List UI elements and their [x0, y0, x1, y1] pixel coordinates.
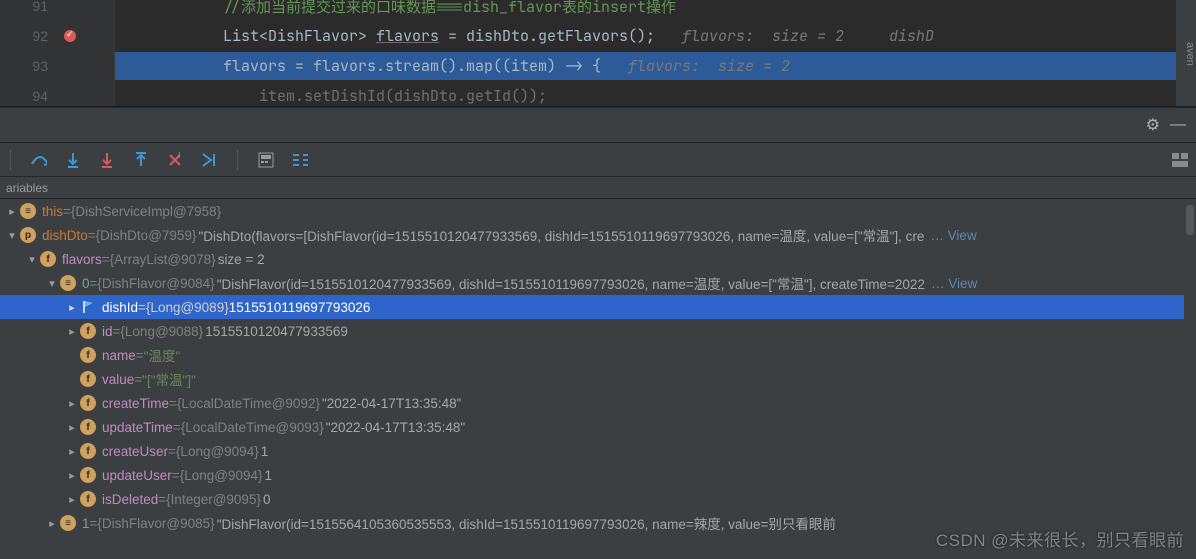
flag-icon	[80, 299, 96, 315]
variable-row-flavors[interactable]: ▾ f flavors = {ArrayList@9078} size = 2	[0, 247, 1196, 271]
variable-row-dishdto[interactable]: ▾ p dishDto = {DishDto@7959} "DishDto(fl…	[0, 223, 1196, 247]
field-badge-icon: f	[40, 251, 56, 267]
expand-icon[interactable]: ▸	[64, 469, 80, 482]
variable-row-index1[interactable]: ▸ ≡ 1 = {DishFlavor@9085} "DishFlavor(id…	[0, 511, 1196, 535]
inlay-hint: flavors: size = 2 dishD	[655, 26, 934, 46]
field-badge-icon: f	[80, 395, 96, 411]
variable-row-id[interactable]: ▸ f id = {Long@9088} 1515510120477933569	[0, 319, 1196, 343]
variable-row-updateuser[interactable]: ▸ f updateUser = {Long@9094} 1	[0, 463, 1196, 487]
expand-icon[interactable]: ▸	[4, 205, 20, 218]
evaluate-expression-icon[interactable]	[258, 152, 274, 168]
editor-panel: 91 92 93 94 //添加当前提交过来的口味数据===dish_flavo…	[0, 0, 1196, 107]
gear-icon[interactable]: ⚙	[1146, 115, 1160, 135]
scrollbar[interactable]	[1184, 199, 1196, 559]
object-badge-icon: ≡	[60, 275, 76, 291]
line-number: 92	[0, 28, 60, 44]
variable-row-updatetime[interactable]: ▸ f updateTime = {LocalDateTime@9093} "2…	[0, 415, 1196, 439]
editor-gutter: 91 92 93 94	[0, 0, 115, 106]
run-to-cursor-icon[interactable]	[201, 152, 217, 168]
side-tool-tab[interactable]: aven	[1176, 0, 1196, 107]
variable-row-createuser[interactable]: ▸ f createUser = {Long@9094} 1	[0, 439, 1196, 463]
breakpoint-icon[interactable]	[64, 30, 76, 42]
code-line-94: item.setDishId(dishDto.getId());	[115, 82, 1196, 107]
expand-icon[interactable]: ▸	[64, 421, 80, 434]
field-badge-icon: f	[80, 371, 96, 387]
gutter-line-91[interactable]: 91	[0, 0, 114, 20]
step-into-icon[interactable]	[65, 152, 81, 168]
line-number: 94	[0, 88, 60, 104]
field-badge-icon: f	[80, 491, 96, 507]
line-number: 93	[0, 58, 60, 74]
expand-icon[interactable]: ▸	[64, 445, 80, 458]
gutter-line-93[interactable]: 93	[0, 52, 114, 80]
view-link[interactable]: … View	[931, 276, 977, 291]
gutter-line-92[interactable]: 92	[0, 22, 114, 50]
trace-current-stream-icon[interactable]	[292, 152, 308, 168]
variable-row-isdeleted[interactable]: ▸ f isDeleted = {Integer@9095} 0	[0, 487, 1196, 511]
layout-settings-icon[interactable]	[1172, 152, 1188, 168]
collapse-icon[interactable]: ▾	[24, 253, 40, 266]
gutter-line-94[interactable]: 94	[0, 82, 114, 107]
variables-panel[interactable]: ▸ ≡ this = {DishServiceImpl@7958} ▾ p di…	[0, 199, 1196, 559]
collapse-icon[interactable]: ▾	[44, 277, 60, 290]
variable-row-name[interactable]: ▸ f name = "温度"	[0, 343, 1196, 367]
step-out-icon[interactable]	[133, 152, 149, 168]
minimize-icon[interactable]: —	[1170, 116, 1186, 134]
expand-icon[interactable]: ▸	[64, 493, 80, 506]
svg-text:I: I	[178, 152, 180, 160]
debug-toolbar: I	[0, 143, 1196, 177]
separator	[237, 150, 238, 170]
object-badge-icon: ≡	[60, 515, 76, 531]
variable-row-dishid-selected[interactable]: ▸ dishId = {Long@9089} 15155101196977930…	[0, 295, 1196, 319]
field-badge-icon: f	[80, 323, 96, 339]
expand-icon[interactable]: ▸	[64, 301, 80, 314]
object-badge-icon: ≡	[20, 203, 36, 219]
param-badge-icon: p	[20, 227, 36, 243]
expand-icon[interactable]: ▸	[64, 325, 80, 338]
field-badge-icon: f	[80, 443, 96, 459]
code-line-91: //添加当前提交过来的口味数据===dish_flavor表的insert操作	[115, 0, 1196, 20]
code-area[interactable]: //添加当前提交过来的口味数据===dish_flavor表的insert操作 …	[115, 0, 1196, 106]
code-line-92: List<DishFlavor> flavors = dishDto.getFl…	[115, 22, 1196, 50]
field-badge-icon: f	[80, 419, 96, 435]
force-step-into-icon[interactable]	[99, 152, 115, 168]
variable-row-this[interactable]: ▸ ≡ this = {DishServiceImpl@7958}	[0, 199, 1196, 223]
expand-icon[interactable]: ▸	[44, 517, 60, 530]
variables-header: ariables	[0, 177, 1196, 199]
drop-frame-icon[interactable]: I	[167, 152, 183, 168]
field-badge-icon: f	[80, 347, 96, 363]
expand-icon[interactable]: ▸	[64, 397, 80, 410]
scrollbar-thumb[interactable]	[1186, 205, 1194, 235]
separator	[10, 150, 11, 170]
field-badge-icon: f	[80, 467, 96, 483]
inlay-hint: flavors: size = 2	[601, 56, 790, 76]
debug-panel-header: ⚙ —	[0, 107, 1196, 143]
collapse-icon[interactable]: ▾	[4, 229, 20, 242]
variable-row-value[interactable]: ▸ f value = "["常温"]"	[0, 367, 1196, 391]
view-link[interactable]: … View	[930, 228, 976, 243]
code-line-93-current: flavors = flavors.stream().map((item) ->…	[115, 52, 1196, 80]
variable-row-index0[interactable]: ▾ ≡ 0 = {DishFlavor@9084} "DishFlavor(id…	[0, 271, 1196, 295]
variable-row-createtime[interactable]: ▸ f createTime = {LocalDateTime@9092} "2…	[0, 391, 1196, 415]
step-over-icon[interactable]	[31, 152, 47, 168]
line-number: 91	[0, 0, 60, 14]
